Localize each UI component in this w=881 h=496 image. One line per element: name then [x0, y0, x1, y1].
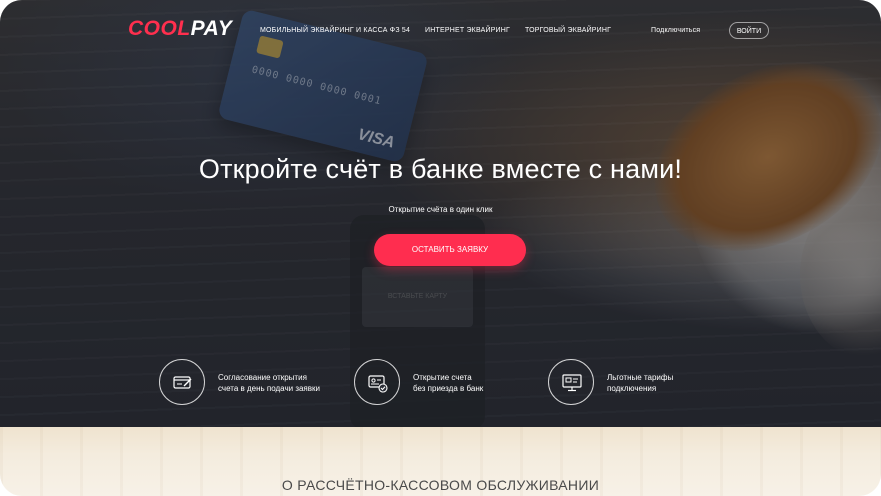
nav-link-trade-acquiring[interactable]: ТОРГОВЫЙ ЭКВАЙРИНГ [525, 27, 611, 34]
feature-line2: счета в день подачи заявки [218, 384, 320, 393]
feature-line1: Открытие счета [413, 373, 472, 382]
feature-line1: Льготные тарифы [607, 373, 674, 382]
login-button[interactable]: ВОЙТИ [729, 22, 769, 39]
submit-application-button[interactable]: ОСТАВИТЬ ЗАЯВКУ [374, 234, 526, 266]
nav-link-internet-acquiring[interactable]: ИНТЕРНЕТ ЭКВАЙРИНГ [425, 27, 510, 34]
hero-subtitle: Открытие счёта в один клик [388, 205, 493, 214]
hero-section: 0000 0000 0000 0001 VISA ВСТАВЬТЕ КАРТУ … [0, 0, 881, 430]
id-card-check-icon [354, 359, 400, 405]
coolpay-logo[interactable]: COOLPAY [128, 17, 232, 41]
feature-line2: подключения [607, 384, 657, 393]
feature-line2: без приезда в банк [413, 384, 484, 393]
connect-link[interactable]: Подключиться [651, 27, 700, 34]
feature-text: Открытие счета без приезда в банк [413, 372, 483, 394]
top-navbar: COOLPAY МОБИЛЬНЫЙ ЭКВАЙРИНГ И КАССА ФЗ 5… [0, 0, 881, 60]
feature-approval: Согласование открытия счета в день подач… [159, 359, 359, 407]
feature-remote-opening: Открытие счета без приезда в банк [354, 359, 534, 407]
feature-tariffs: Льготные тарифы подключения [548, 359, 708, 407]
nav-link-mobile-acquiring[interactable]: МОБИЛЬНЫЙ ЭКВАЙРИНГ И КАССА ФЗ 54 [260, 27, 410, 34]
hero-title: Откройте счёт в банке вместе с нами! [198, 154, 683, 184]
section-title: О РАССЧЁТНО-КАССОВОМ ОБСЛУЖИВАНИИ [281, 477, 600, 493]
logo-part-pay: PAY [190, 17, 233, 40]
logo-part-cool: COOL [128, 17, 191, 40]
feature-line1: Согласование открытия [218, 373, 307, 382]
card-check-icon [159, 359, 205, 405]
monitor-icon [548, 359, 594, 405]
feature-text: Согласование открытия счета в день подач… [218, 372, 320, 394]
page-frame: 0000 0000 0000 0001 VISA ВСТАВЬТЕ КАРТУ … [0, 0, 881, 496]
feature-text: Льготные тарифы подключения [607, 372, 673, 394]
